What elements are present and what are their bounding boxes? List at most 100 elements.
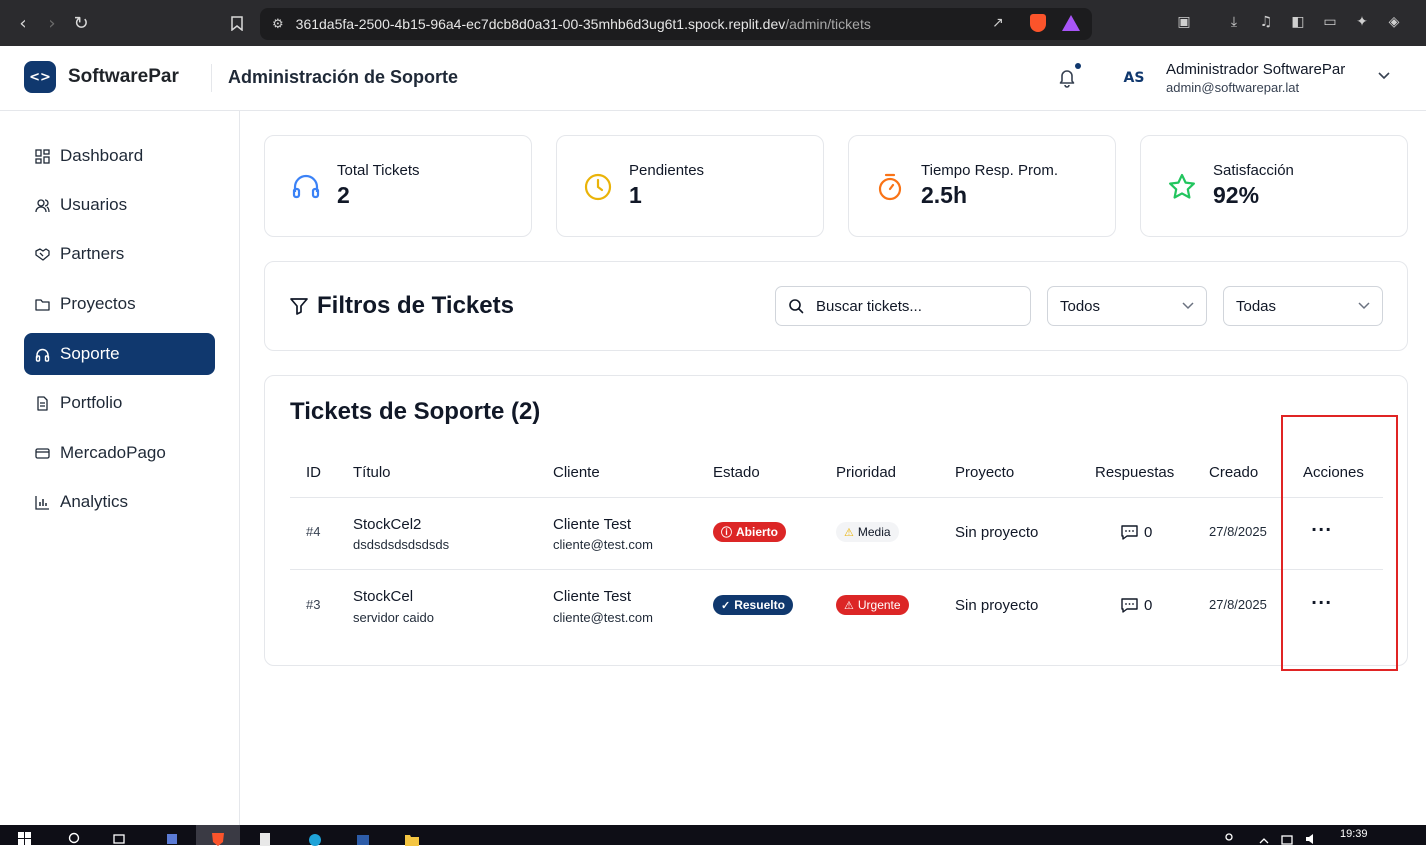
status-filter-select[interactable]: Todos (1047, 286, 1207, 326)
sidebar-item-label: Soporte (60, 344, 120, 363)
stat-label: Total Tickets (337, 162, 420, 179)
vpn-icon[interactable]: ◈ (1385, 13, 1403, 31)
column-header-respuestas[interactable]: Respuestas (1095, 464, 1174, 481)
sidebar-item-analytics[interactable]: Analytics (24, 481, 215, 523)
check-circle-icon: ✓ (721, 599, 731, 612)
headphones-icon (34, 346, 50, 362)
warning-icon: ⚠ (844, 599, 854, 612)
sidebar-item-label: MercadoPago (60, 443, 166, 462)
priority-filter-select[interactable]: Todas (1223, 286, 1383, 326)
page-title: Administración de Soporte (228, 67, 459, 87)
star-icon (1169, 173, 1195, 199)
leo-ai-icon[interactable]: ✦ (1353, 13, 1371, 31)
powershell-icon[interactable] (356, 831, 372, 845)
chevron-down-icon[interactable] (1378, 69, 1390, 84)
forward-icon[interactable]: › (37, 8, 67, 38)
sidebar-item-label: Partners (60, 244, 125, 263)
status-badge: ✓ Resuelto (713, 595, 793, 615)
handshake-icon (34, 246, 50, 262)
status-badge: ⓘ Abierto (713, 522, 786, 542)
logo-icon[interactable]: <> (24, 61, 56, 93)
column-header-proyecto[interactable]: Proyecto (955, 464, 1014, 481)
brave-icon[interactable] (210, 831, 226, 846)
app-icon[interactable] (165, 831, 181, 845)
app-header: <> SoftwarePar Administración de Soporte… (0, 46, 1426, 111)
windows-start-icon[interactable] (18, 831, 34, 845)
ticket-id: #4 (306, 524, 321, 539)
sidebar-item-dashboard[interactable]: Dashboard (24, 135, 215, 177)
search-icon[interactable] (68, 831, 84, 845)
stat-value: 92% (1213, 182, 1260, 208)
folder-icon (34, 296, 50, 312)
priority-filter-value: Todas (1236, 297, 1277, 315)
ticket-description: servidor caido (353, 610, 434, 625)
people-icon[interactable] (1222, 831, 1238, 845)
stat-value: 1 (629, 182, 642, 208)
sidebar-item-mercadopago[interactable]: MercadoPago (24, 432, 215, 474)
edge-icon[interactable] (308, 831, 324, 846)
search-field[interactable] (775, 286, 1031, 326)
brave-shield-icon[interactable] (1030, 14, 1046, 32)
bookmark-icon[interactable] (222, 8, 252, 38)
sidebar-item-proyectos[interactable]: Proyectos (24, 283, 215, 325)
client-email: cliente@test.com (553, 537, 653, 552)
address-bar[interactable]: ⚙ 361da5fa-2500-4b15-96a4-ec7dcb8d0a31-0… (260, 8, 1092, 40)
avatar[interactable]: AS (1118, 64, 1150, 92)
chevron-down-icon (1182, 302, 1194, 310)
created-date: 27/8/2025 (1209, 597, 1267, 612)
music-icon[interactable]: ♫ (1257, 13, 1275, 31)
column-header-id[interactable]: ID (306, 464, 321, 481)
sidebar: Dashboard Usuarios Partners Proyectos So… (0, 111, 240, 825)
tickets-card: Tickets de Soporte (2) ID Título Cliente… (264, 375, 1408, 666)
back-icon[interactable]: ‹ (8, 8, 38, 38)
column-header-estado[interactable]: Estado (713, 464, 760, 481)
responses-count: 0 (1121, 597, 1152, 614)
chevron-up-icon[interactable] (1258, 831, 1274, 845)
column-header-prioridad[interactable]: Prioridad (836, 464, 896, 481)
stat-label: Pendientes (629, 162, 705, 179)
task-view-icon[interactable] (112, 831, 128, 845)
sidebar-item-label: Dashboard (60, 146, 144, 165)
user-email: admin@softwarepar.lat (1166, 80, 1300, 95)
download-icon[interactable]: ⤓ (1225, 13, 1243, 31)
notification-bell-icon[interactable] (1056, 66, 1078, 88)
brand-name[interactable]: SoftwarePar (68, 66, 179, 88)
ticket-title[interactable]: StockCel2 (353, 516, 421, 533)
ticket-title[interactable]: StockCel (353, 588, 413, 605)
project-name: Sin proyecto (955, 597, 1039, 614)
sidebar-item-usuarios[interactable]: Usuarios (24, 184, 215, 226)
network-icon[interactable] (1280, 831, 1296, 845)
reader-mode-icon[interactable]: ▣ (1175, 13, 1193, 31)
column-header-cliente[interactable]: Cliente (553, 464, 600, 481)
share-icon[interactable]: ↗ (992, 15, 1004, 31)
priority-badge: ⚠ Urgente (836, 595, 909, 615)
column-header-titulo[interactable]: Título (353, 464, 391, 481)
tickets-title: Tickets de Soporte (2) (290, 398, 541, 425)
column-header-creado[interactable]: Creado (1209, 464, 1258, 481)
notepad-icon[interactable] (258, 831, 274, 846)
sidebar-toggle-icon[interactable]: ◧ (1289, 13, 1307, 31)
wallet-icon[interactable]: ▭ (1321, 13, 1339, 31)
chevron-down-icon (1358, 302, 1370, 310)
taskbar: 19:39 (0, 825, 1426, 846)
brave-rewards-icon[interactable] (1062, 15, 1080, 31)
search-input[interactable] (816, 297, 1016, 315)
site-settings-icon[interactable]: ⚙ (272, 17, 284, 32)
sidebar-item-portfolio[interactable]: Portfolio (24, 382, 215, 424)
folder-icon[interactable] (404, 831, 420, 846)
sidebar-item-label: Proyectos (60, 294, 136, 313)
browser-toolbar: ‹ › ↻ ⚙ 361da5fa-2500-4b15-96a4-ec7dcb8d… (0, 0, 1426, 46)
table-divider (290, 497, 1383, 498)
highlight-box (1281, 415, 1398, 671)
sidebar-item-soporte[interactable]: Soporte (24, 333, 215, 375)
sidebar-item-partners[interactable]: Partners (24, 233, 215, 275)
project-name: Sin proyecto (955, 524, 1039, 541)
clock[interactable]: 19:39 (1340, 828, 1368, 840)
priority-badge: ⚠ Media (836, 522, 899, 542)
headphones-icon (292, 174, 320, 199)
volume-icon[interactable] (1304, 831, 1320, 845)
stat-label: Satisfacción (1213, 162, 1294, 179)
user-name[interactable]: Administrador SoftwarePar (1166, 61, 1345, 78)
reload-icon[interactable]: ↻ (66, 8, 96, 38)
bar-chart-icon (34, 494, 50, 510)
